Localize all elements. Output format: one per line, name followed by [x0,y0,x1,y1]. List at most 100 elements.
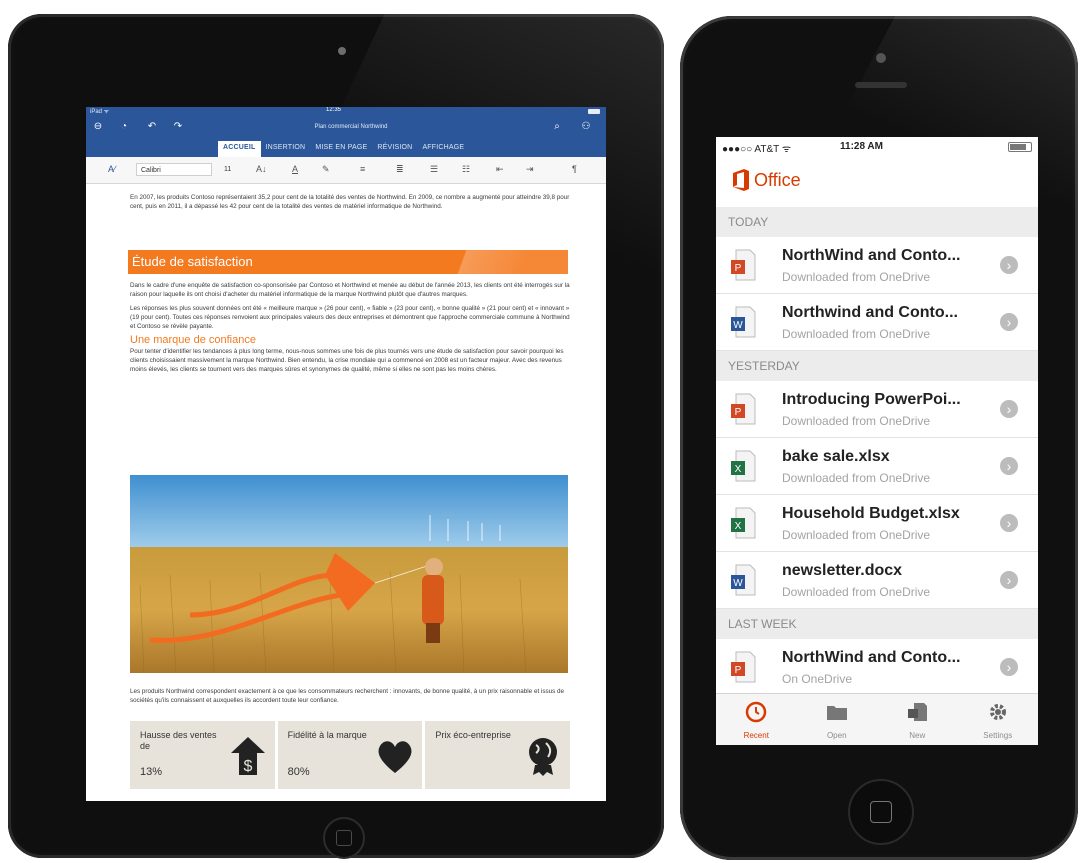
tab-mise-en-page[interactable]: MISE EN PAGE [310,141,372,157]
section-header-today: TODAY [716,207,1038,237]
carrier-text: ●●●○○ AT&T ᯤ [722,144,791,155]
iphone-device: ●●●○○ AT&T ᯤ 11:28 AM Office TODAY P Nor… [680,16,1078,860]
numbering-icon[interactable]: ☷ [462,163,470,176]
recent-files-list: TODAY P NorthWind and Conto... Downloade… [716,207,1038,696]
document-body-continued[interactable]: Dans le cadre d'une enquête de satisfact… [130,281,570,379]
svg-text:W: W [733,320,743,331]
font-color-icon[interactable]: A [292,163,298,176]
file-location: Downloaded from OneDrive [782,270,931,284]
tab-affichage[interactable]: AFFICHAGE [417,141,469,157]
svg-text:P: P [735,263,742,274]
stat-label: Prix éco-entreprise [435,730,511,740]
tab-recent[interactable]: Recent [716,694,797,745]
file-location: Downloaded from OneDrive [782,327,931,341]
section-header-yesterday: YESTERDAY [716,351,1038,381]
ipad-camera [338,47,346,55]
list-item[interactable]: P NorthWind and Conto... On OneDrive › [716,639,1038,696]
stat-value: 80% [287,766,310,778]
stat-brand-loyalty: Fidélité à la marque 80% [277,721,423,789]
font-name-select[interactable]: Calibri [136,163,212,176]
share-person-icon[interactable]: ⚇ [580,121,592,133]
word-titlebar: iPad ᯤ 12:35 ⊖ ◔ ↶ ↷ Plan commercial Nor… [86,107,606,157]
list-item[interactable]: X bake sale.xlsx Downloaded from OneDriv… [716,438,1038,495]
styles-icon[interactable]: A∕ [108,163,116,176]
iphone-status-bar: ●●●○○ AT&T ᯤ 11:28 AM [716,137,1038,155]
document-title: Plan commercial Northwind [314,124,388,130]
svg-text:$: $ [243,758,252,775]
stats-panel: Hausse des ventes de 13% $ Fidélité à la… [130,721,571,789]
file-name: Northwind and Conto... [782,304,958,321]
home-ribbon: A∕ Calibri 11 A↓ A ✎ ≡ ≣ ☰ ☷ ⇤ ⇥ ¶ [86,157,606,184]
chevron-right-icon[interactable]: › [1000,313,1018,331]
paragraph-survey: Dans le cadre d'une enquête de satisfact… [130,282,570,298]
line-spacing-icon[interactable]: ≣ [396,163,404,176]
list-item[interactable]: P NorthWind and Conto... Downloaded from… [716,237,1038,294]
font-size-select[interactable]: 11 [224,163,231,176]
undo-icon[interactable]: ↶ [146,121,158,133]
paragraph-marks-icon[interactable]: ¶ [572,163,577,176]
file-location: Downloaded from OneDrive [782,414,931,428]
back-icon[interactable]: ⊖ [92,121,104,133]
font-size-icon[interactable]: A↓ [256,163,267,176]
battery-icon [1008,142,1032,152]
ipad-home-button[interactable] [323,817,365,859]
word-file-icon: W [731,564,756,596]
tab-label: Settings [983,731,1013,740]
chevron-right-icon[interactable]: › [1000,256,1018,274]
file-location: Downloaded from OneDrive [782,471,931,485]
word-app-screen: iPad ᯤ 12:35 ⊖ ◔ ↶ ↷ Plan commercial Nor… [86,107,606,801]
ribbon-tabs: ACCUEIL INSERTION MISE EN PAGE RÉVISION … [218,141,469,157]
wheat-field-kite-photo [130,475,568,673]
tab-accueil[interactable]: ACCUEIL [218,141,261,157]
chevron-right-icon[interactable]: › [1000,571,1018,589]
ipad-device: iPad ᯤ 12:35 ⊖ ◔ ↶ ↷ Plan commercial Nor… [8,14,664,859]
decrease-indent-icon[interactable]: ⇤ [496,163,504,176]
office-logo-icon [733,169,749,191]
chevron-right-icon[interactable]: › [1000,658,1018,676]
photo-caption: Les produits Northwind correspondent exa… [130,688,565,705]
file-name: NorthWind and Conto... [782,247,961,264]
heart-icon [378,741,412,773]
tab-settings[interactable]: Settings [958,694,1039,745]
status-time: 11:28 AM [840,141,883,152]
iphone-home-button[interactable] [848,779,914,845]
tab-label: Open [826,731,847,740]
tab-new[interactable]: New [877,694,958,745]
save-icon[interactable]: ◔ [118,121,130,133]
list-item[interactable]: W newsletter.docx Downloaded from OneDri… [716,552,1038,609]
paragraph-intro: En 2007, les produits Contoso représenta… [130,194,570,210]
stat-value: 13% [140,766,163,778]
increase-indent-icon[interactable]: ⇥ [526,163,534,176]
tab-insertion[interactable]: INSERTION [261,141,311,157]
highlight-icon[interactable]: ✎ [322,163,330,176]
redo-icon[interactable]: ↷ [172,121,184,133]
file-location: Downloaded from OneDrive [782,585,931,599]
office-app-screen: ●●●○○ AT&T ᯤ 11:28 AM Office TODAY P Nor… [716,137,1038,745]
globe-award-icon [529,738,558,776]
bullets-icon[interactable]: ☰ [430,163,438,176]
section-header-last-week: LAST WEEK [716,609,1038,639]
chevron-right-icon[interactable]: › [1000,457,1018,475]
stat-eco-award: Prix éco-entreprise [425,721,571,789]
file-name: bake sale.xlsx [782,448,890,465]
list-item[interactable]: X Household Budget.xlsx Downloaded from … [716,495,1038,552]
ipad-clock: 12:35 [326,107,342,113]
list-item[interactable]: W Northwind and Conto... Downloaded from… [716,294,1038,351]
align-left-icon[interactable]: ≡ [360,163,365,176]
ipad-battery-icon [588,109,600,114]
ipad-status-text: iPad ᯤ [90,109,110,115]
tab-revision[interactable]: RÉVISION [372,141,417,157]
file-name: Introducing PowerPoi... [782,391,961,408]
list-item[interactable]: P Introducing PowerPoi... Downloaded fro… [716,381,1038,438]
document-body[interactable]: En 2007, les produits Contoso représenta… [130,193,570,216]
tab-open[interactable]: Open [797,694,878,745]
stat-sales-growth: Hausse des ventes de 13% $ [130,721,275,789]
powerpoint-file-icon: P [731,651,756,683]
chevron-right-icon[interactable]: › [1000,514,1018,532]
search-icon[interactable]: ⌕ [551,121,563,133]
chevron-right-icon[interactable]: › [1000,400,1018,418]
iphone-speaker [855,82,907,88]
stat-label: Fidélité à la marque [287,730,367,740]
svg-text:X: X [735,464,742,475]
svg-text:X: X [735,521,742,532]
